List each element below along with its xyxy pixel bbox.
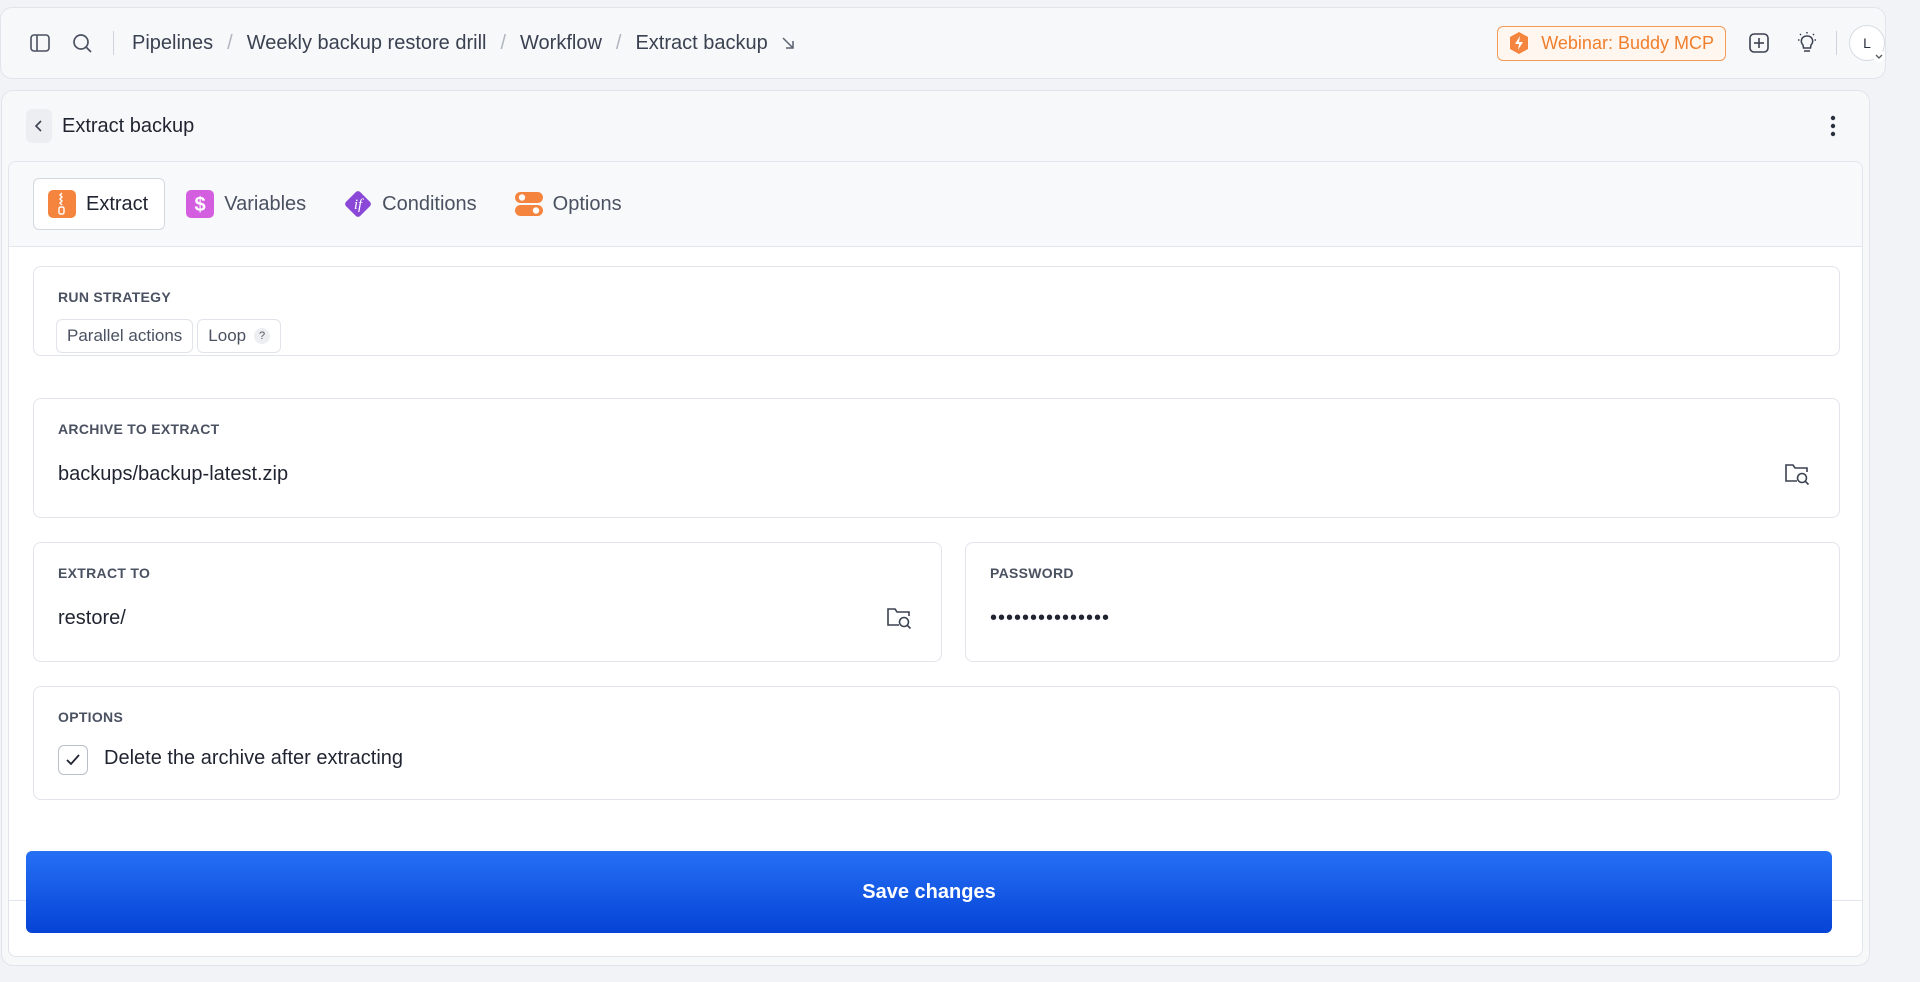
delete-archive-checkbox[interactable] bbox=[58, 745, 88, 775]
tab-label: Extract bbox=[86, 192, 149, 215]
breadcrumb-action[interactable]: Extract backup bbox=[635, 32, 767, 55]
check-icon bbox=[66, 754, 80, 766]
breadcrumb-workflow[interactable]: Workflow bbox=[520, 32, 602, 55]
breadcrumb-separator: / bbox=[500, 31, 507, 54]
top-bar: Pipelines / Weekly backup restore drill … bbox=[0, 7, 1886, 79]
tab-label: Options bbox=[552, 192, 622, 215]
tab-bar: Extract $ Variables if Conditions Option… bbox=[9, 162, 1862, 247]
loop-chip[interactable]: Loop ? bbox=[197, 319, 282, 353]
divider bbox=[1836, 31, 1837, 55]
password-field[interactable]: PASSWORD ••••••••••••••• bbox=[965, 542, 1840, 662]
extract-to-input[interactable]: restore/ bbox=[58, 607, 126, 630]
more-options-icon[interactable] bbox=[1819, 109, 1847, 143]
breadcrumb-pipelines[interactable]: Pipelines bbox=[132, 32, 213, 55]
avatar-initial: L bbox=[1863, 35, 1871, 51]
svg-text:$: $ bbox=[195, 194, 206, 216]
archive-field[interactable]: ARCHIVE TO EXTRACT backups/backup-latest… bbox=[33, 398, 1840, 518]
bolt-icon bbox=[1510, 32, 1529, 54]
chevron-down-icon bbox=[1873, 50, 1885, 62]
run-strategy-label: RUN STRATEGY bbox=[58, 289, 172, 305]
parallel-actions-chip[interactable]: Parallel actions bbox=[56, 319, 194, 353]
arrow-down-right-icon[interactable] bbox=[780, 35, 796, 51]
password-label: PASSWORD bbox=[990, 565, 1074, 581]
folder-search-icon[interactable] bbox=[883, 601, 915, 633]
toggles-icon bbox=[514, 192, 543, 216]
action-form: Extract $ Variables if Conditions Option… bbox=[8, 161, 1863, 957]
if-icon: if bbox=[345, 191, 372, 217]
webinar-label: Webinar: Buddy MCP bbox=[1541, 32, 1714, 53]
extract-to-field[interactable]: EXTRACT TO restore/ bbox=[33, 542, 942, 662]
tab-label: Variables bbox=[224, 192, 307, 215]
page-title: Extract backup bbox=[62, 114, 195, 137]
password-input[interactable]: ••••••••••••••• bbox=[990, 607, 1110, 630]
divider bbox=[113, 31, 114, 55]
extract-to-label: EXTRACT TO bbox=[58, 565, 151, 581]
back-button[interactable] bbox=[26, 109, 52, 143]
add-icon[interactable] bbox=[1744, 28, 1774, 58]
folder-search-icon[interactable] bbox=[1781, 457, 1813, 489]
tab-extract[interactable]: Extract bbox=[33, 178, 166, 230]
dollar-icon: $ bbox=[186, 190, 215, 218]
tab-label: Conditions bbox=[382, 192, 477, 215]
avatar[interactable]: L bbox=[1849, 25, 1885, 62]
webinar-button[interactable]: Webinar: Buddy MCP bbox=[1497, 25, 1726, 61]
tab-conditions[interactable]: if Conditions bbox=[329, 178, 494, 230]
lightbulb-icon[interactable] bbox=[1792, 28, 1822, 58]
archive-label: ARCHIVE TO EXTRACT bbox=[58, 421, 220, 437]
delete-archive-label[interactable]: Delete the archive after extracting bbox=[104, 747, 403, 770]
action-panel: Extract backup Extract $ Variables if Co… bbox=[1, 90, 1870, 966]
chip-label: Loop bbox=[208, 326, 247, 345]
help-icon[interactable]: ? bbox=[254, 328, 271, 344]
options-label: OPTIONS bbox=[58, 709, 124, 725]
chip-label: Parallel actions bbox=[67, 326, 183, 345]
zip-icon bbox=[48, 190, 76, 218]
breadcrumb: Pipelines / Weekly backup restore drill … bbox=[132, 32, 796, 55]
options-card: OPTIONS Delete the archive after extract… bbox=[33, 686, 1840, 800]
archive-input[interactable]: backups/backup-latest.zip bbox=[58, 463, 288, 486]
save-button[interactable]: Save changes bbox=[26, 851, 1832, 933]
tab-variables[interactable]: $ Variables bbox=[171, 178, 323, 230]
search-icon[interactable] bbox=[67, 28, 97, 58]
sidebar-toggle-icon[interactable] bbox=[25, 28, 55, 58]
run-strategy-card: RUN STRATEGY Parallel actions Loop ? bbox=[33, 266, 1840, 356]
breadcrumb-separator: / bbox=[615, 31, 622, 54]
breadcrumb-separator: / bbox=[227, 31, 233, 54]
tab-options[interactable]: Options bbox=[500, 178, 639, 230]
breadcrumb-pipeline[interactable]: Weekly backup restore drill bbox=[247, 32, 487, 55]
